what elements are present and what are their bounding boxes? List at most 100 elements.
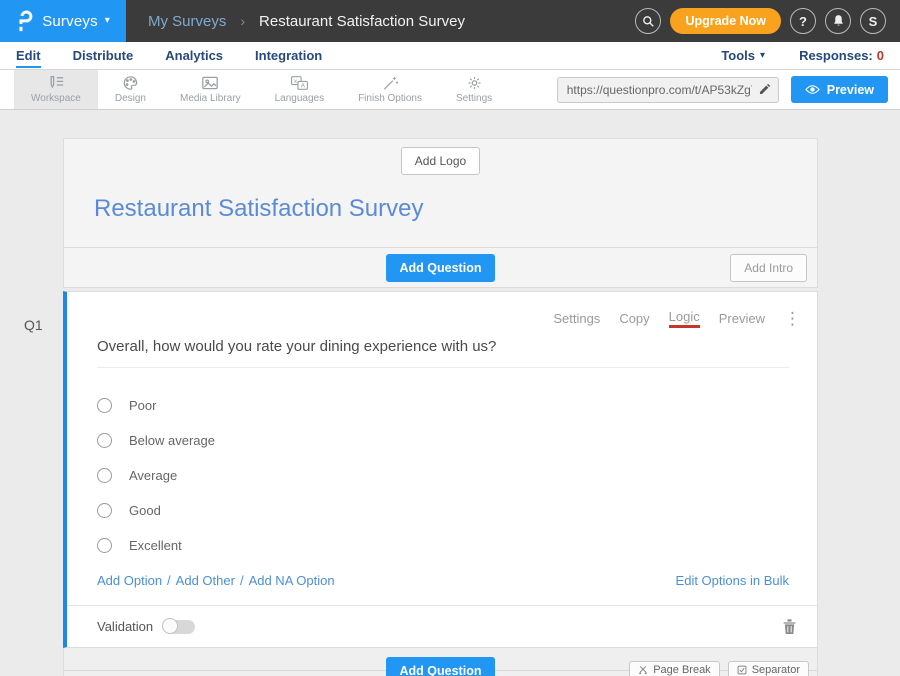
toolbar-item-languages[interactable]: x A Languages <box>258 70 342 109</box>
radio-button[interactable] <box>97 468 112 483</box>
survey-header-section: Add Logo Restaurant Satisfaction Survey <box>63 138 818 248</box>
option-row: Average <box>97 458 817 493</box>
add-question-button-bottom[interactable]: Add Question <box>386 657 496 676</box>
option-links-row: Add Option / Add Other / Add NA Option E… <box>97 573 789 588</box>
translate-icon: x A <box>290 75 309 91</box>
question-text[interactable]: Overall, how would you rate your dining … <box>97 338 789 368</box>
search-button[interactable] <box>635 8 661 34</box>
toolbar-item-label: Finish Options <box>358 93 422 104</box>
validation-row: Validation <box>67 605 817 647</box>
magic-wand-icon <box>382 75 399 91</box>
eye-icon <box>805 84 820 95</box>
survey-container: Add Logo Restaurant Satisfaction Survey … <box>63 138 818 676</box>
account-avatar[interactable]: S <box>860 8 886 34</box>
option-label[interactable]: Average <box>129 468 177 483</box>
edit-url-button[interactable] <box>752 83 778 96</box>
add-question-row-bottom: Add Question Page Break <box>63 648 818 676</box>
radio-button[interactable] <box>97 433 112 448</box>
option-row: Below average <box>97 423 817 458</box>
radio-button[interactable] <box>97 503 112 518</box>
survey-url-field[interactable]: https://questionpro.com/t/AP53kZgTv <box>558 83 752 97</box>
editor-toolbar: Workspace Design Media Library x A <box>0 70 900 110</box>
add-intro-button[interactable]: Add Intro <box>730 254 807 282</box>
separator-button[interactable]: Separator <box>728 661 809 676</box>
toolbar-item-label: Languages <box>275 93 325 104</box>
help-button[interactable]: ? <box>790 8 816 34</box>
notifications-button[interactable] <box>825 8 851 34</box>
tab-distribute[interactable]: Distribute <box>73 44 134 68</box>
option-label[interactable]: Good <box>129 503 161 518</box>
nav-tabs: Edit Distribute Analytics Integration <box>16 44 322 68</box>
option-row: Poor <box>97 388 817 423</box>
top-header: Surveys ▾ My Surveys › Restaurant Satisf… <box>0 0 900 42</box>
question-mark-icon: ? <box>799 14 807 29</box>
delete-question-button[interactable] <box>782 618 797 635</box>
question-logic-link[interactable]: Logic <box>669 309 700 328</box>
question-settings-link[interactable]: Settings <box>553 311 600 326</box>
answer-options: Poor Below average Average Good Excellen… <box>97 388 817 563</box>
radio-button[interactable] <box>97 538 112 553</box>
tab-edit[interactable]: Edit <box>16 44 41 68</box>
option-row: Good <box>97 493 817 528</box>
breadcrumb-current-survey: Restaurant Satisfaction Survey <box>259 13 465 30</box>
add-logo-button[interactable]: Add Logo <box>401 147 480 175</box>
tab-analytics[interactable]: Analytics <box>165 44 223 68</box>
trash-icon <box>782 618 797 635</box>
upgrade-now-button[interactable]: Upgrade Now <box>670 8 781 34</box>
toolbar-item-label: Workspace <box>31 93 81 104</box>
palette-icon <box>122 75 139 91</box>
search-icon <box>641 14 655 28</box>
toolbar-item-label: Design <box>115 93 146 104</box>
page-break-label: Page Break <box>653 664 710 676</box>
checkbox-check-icon <box>737 665 747 675</box>
header-actions: Upgrade Now ? S <box>635 8 886 34</box>
add-question-row-top: Add Question Add Intro <box>63 248 818 288</box>
option-label[interactable]: Below average <box>129 433 215 448</box>
question-copy-link[interactable]: Copy <box>619 311 649 326</box>
radio-button[interactable] <box>97 398 112 413</box>
preview-label: Preview <box>827 83 874 97</box>
more-options-icon[interactable]: ⋮ <box>784 310 801 327</box>
question-card: Settings Copy Logic Preview ⋮ Overall, h… <box>63 291 818 648</box>
page-break-icon <box>638 665 648 675</box>
svg-text:x: x <box>294 78 298 85</box>
tools-dropdown[interactable]: Tools ▾ <box>721 48 765 63</box>
product-switcher[interactable]: Surveys ▾ <box>0 0 126 42</box>
toolbar-item-label: Settings <box>456 93 492 104</box>
page-break-button[interactable]: Page Break <box>629 661 719 676</box>
survey-url-box: https://questionpro.com/t/AP53kZgTv <box>557 77 779 103</box>
gear-icon <box>466 75 483 91</box>
edit-options-in-bulk-link[interactable]: Edit Options in Bulk <box>676 573 789 588</box>
toolbar-item-design[interactable]: Design <box>98 70 163 109</box>
toolbar-item-media-library[interactable]: Media Library <box>163 70 258 109</box>
tab-integration[interactable]: Integration <box>255 44 322 68</box>
question-preview-link[interactable]: Preview <box>719 311 765 326</box>
chevron-down-icon: ▾ <box>760 51 765 61</box>
separator-label: Separator <box>752 664 800 676</box>
toolbar-item-finish-options[interactable]: Finish Options <box>341 70 439 109</box>
option-label[interactable]: Poor <box>129 398 156 413</box>
link-separator: / <box>240 573 244 588</box>
breadcrumb-my-surveys[interactable]: My Surveys <box>148 13 226 30</box>
option-label[interactable]: Excellent <box>129 538 182 553</box>
toolbar-item-settings[interactable]: Settings <box>439 70 509 109</box>
add-na-option-link[interactable]: Add NA Option <box>249 573 335 588</box>
preview-button[interactable]: Preview <box>791 76 888 103</box>
bell-icon <box>832 14 845 28</box>
question-menu: Settings Copy Logic Preview ⋮ <box>553 309 801 328</box>
add-option-link[interactable]: Add Option <box>97 573 162 588</box>
responses-counter[interactable]: Responses:0 <box>799 48 884 63</box>
add-question-button-top[interactable]: Add Question <box>386 254 496 282</box>
pencil-icon <box>758 83 771 96</box>
breadcrumb-chevron-icon: › <box>240 13 245 29</box>
toggle-knob <box>162 618 178 634</box>
validation-toggle[interactable] <box>163 620 195 634</box>
nav-right: Tools ▾ Responses:0 <box>721 48 884 63</box>
link-separator: / <box>167 573 171 588</box>
survey-title[interactable]: Restaurant Satisfaction Survey <box>94 195 817 223</box>
toolbar-item-workspace[interactable]: Workspace <box>14 70 98 109</box>
tools-label: Tools <box>721 48 755 63</box>
add-other-link[interactable]: Add Other <box>176 573 235 588</box>
chevron-down-icon: ▾ <box>105 16 110 26</box>
responses-label: Responses: <box>799 48 873 63</box>
